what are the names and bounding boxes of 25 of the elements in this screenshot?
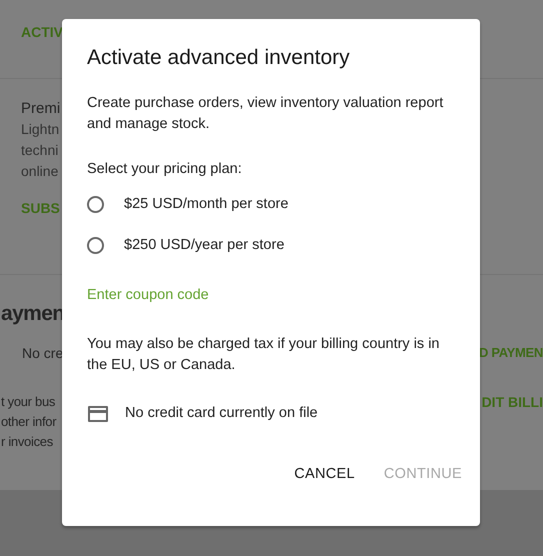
dialog-title: Activate advanced inventory [87, 45, 350, 71]
radio-button[interactable] [87, 237, 104, 254]
payment-status: No cre [22, 344, 64, 363]
dialog-description: Create purchase orders, view inventory valuation report and manage stock. [87, 94, 444, 134]
billing-description: r invoices [1, 433, 53, 451]
plan-label[interactable]: $25 USD/month per store [124, 194, 288, 215]
billing-description: t your bus [1, 393, 56, 411]
coupon-link[interactable]: Enter coupon code [87, 285, 209, 306]
credit-card-icon [87, 404, 109, 422]
card-status: No credit card currently on file [125, 404, 318, 423]
plan-prompt: Select your pricing plan: [87, 160, 242, 179]
billing-description: other infor [1, 413, 56, 431]
plan-description: online [21, 162, 58, 181]
cancel-button[interactable]: CANCEL [294, 466, 355, 482]
activate-link[interactable]: ACTIV [21, 22, 63, 42]
tax-note: You may also be charged tax if your billing country is in the EU, US or Canada. [87, 335, 440, 375]
plan-description: techni [21, 141, 58, 160]
edit-billing-link[interactable]: DIT BILLI [482, 392, 543, 412]
plan-description: Lightn [21, 120, 60, 139]
plan-title: Premi [21, 99, 60, 119]
section-heading: aymen [1, 301, 65, 327]
plan-label[interactable]: $250 USD/year per store [124, 235, 284, 256]
subscribe-link[interactable]: SUBS [21, 198, 60, 218]
add-payment-link[interactable]: D PAYMEN [478, 343, 543, 363]
radio-button[interactable] [87, 196, 104, 213]
